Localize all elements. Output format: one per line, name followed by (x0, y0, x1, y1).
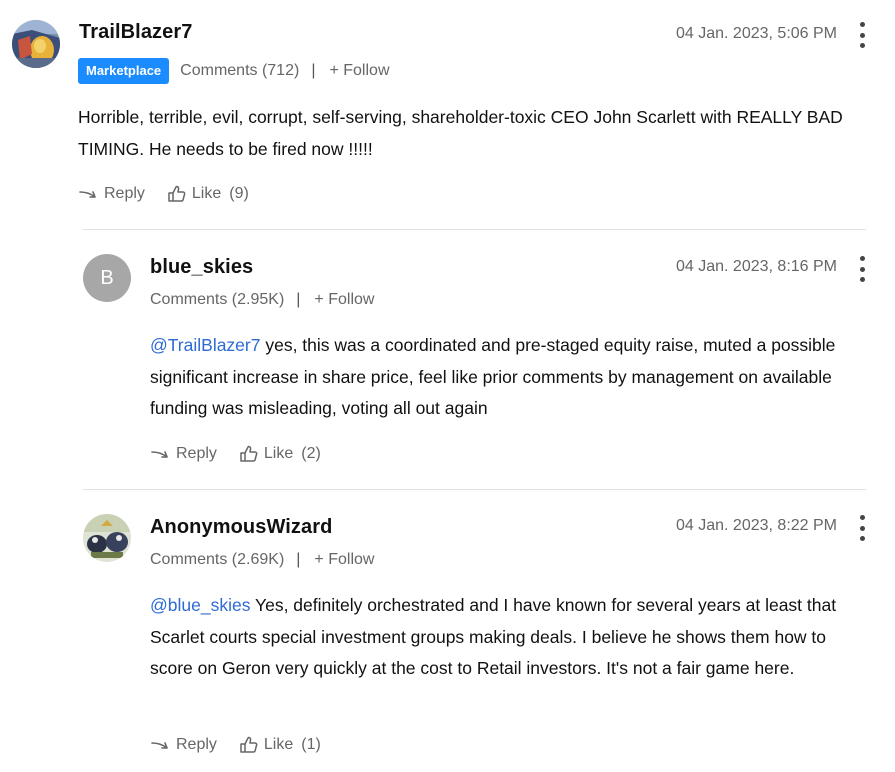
more-vertical-icon[interactable] (857, 515, 867, 541)
separator: | (296, 291, 301, 308)
comments-count-link[interactable]: Comments (2.95K) (150, 291, 284, 309)
reply-arrow-icon (79, 191, 96, 198)
comment-text: @blue_skies Yes, definitely orchestrated… (150, 590, 862, 685)
author-meta: Marketplace Comments (712) | + Follow (78, 58, 390, 84)
reply-button[interactable]: Reply (150, 445, 217, 463)
reply-label: Reply (104, 185, 145, 202)
like-label: Like (191, 185, 222, 202)
like-label: Like (263, 445, 294, 462)
timestamp: 04 Jan. 2023, 8:22 PM (676, 517, 837, 534)
like-count: (9) (229, 185, 249, 202)
comment-item: TrailBlazer7 Marketplace Comments (712) … (0, 0, 895, 230)
separator: | (311, 62, 316, 79)
comment-actions: Reply Like (9) (78, 185, 249, 203)
like-button[interactable]: Like (1) (239, 736, 321, 754)
reply-arrow-icon (151, 742, 168, 749)
comment-text: @TrailBlazer7 yes, this was a coordinate… (150, 330, 875, 425)
reply-button[interactable]: Reply (150, 736, 217, 754)
username[interactable]: blue_skies (150, 256, 253, 279)
more-vertical-icon[interactable] (857, 22, 867, 48)
author-meta: Comments (2.69K) | + Follow (150, 551, 374, 569)
thumbs-up-icon (240, 445, 258, 462)
marketplace-badge[interactable]: Marketplace (78, 58, 170, 84)
like-count: (2) (301, 445, 321, 462)
more-vertical-icon[interactable] (857, 256, 867, 282)
username[interactable]: AnonymousWizard (150, 516, 332, 539)
comments-count-link[interactable]: Comments (2.69K) (150, 551, 284, 569)
comment-actions: Reply Like (1) (150, 736, 321, 754)
follow-button[interactable]: + Follow (329, 62, 389, 80)
like-button[interactable]: Like (9) (167, 185, 249, 203)
avatar[interactable] (83, 514, 131, 562)
comment-text: Horrible, terrible, evil, corrupt, self-… (78, 102, 878, 165)
timestamp: 04 Jan. 2023, 8:16 PM (676, 258, 837, 275)
avatar-letter: B (100, 266, 114, 289)
comment-actions: Reply Like (2) (150, 445, 321, 463)
comment-item: AnonymousWizard Comments (2.69K) | + Fol… (0, 490, 895, 772)
thumbs-up-icon (168, 185, 186, 202)
avatar[interactable]: B (83, 254, 131, 302)
mention-link[interactable]: @TrailBlazer7 (150, 335, 260, 355)
comment-body: Yes, definitely orchestrated and I have … (150, 595, 837, 679)
thumbs-up-icon (240, 736, 258, 753)
like-label: Like (263, 736, 294, 753)
follow-button[interactable]: + Follow (314, 291, 374, 309)
avatar[interactable] (12, 20, 60, 68)
reply-label: Reply (176, 736, 217, 753)
author-meta: Comments (2.95K) | + Follow (150, 291, 374, 309)
like-count: (1) (301, 736, 321, 753)
comment-body: Horrible, terrible, evil, corrupt, self-… (78, 107, 843, 159)
avatar-image (12, 20, 60, 68)
username[interactable]: TrailBlazer7 (79, 21, 193, 44)
follow-button[interactable]: + Follow (314, 551, 374, 569)
reply-arrow-icon (151, 451, 168, 458)
avatar-image (83, 514, 131, 562)
comment-item: B blue_skies Comments (2.95K) | + Follow… (0, 230, 895, 490)
reply-button[interactable]: Reply (78, 185, 145, 203)
separator: | (296, 551, 301, 568)
mention-link[interactable]: @blue_skies (150, 595, 250, 615)
reply-label: Reply (176, 445, 217, 462)
like-button[interactable]: Like (2) (239, 445, 321, 463)
timestamp: 04 Jan. 2023, 5:06 PM (676, 25, 837, 42)
comments-count-link[interactable]: Comments (712) (180, 62, 299, 80)
